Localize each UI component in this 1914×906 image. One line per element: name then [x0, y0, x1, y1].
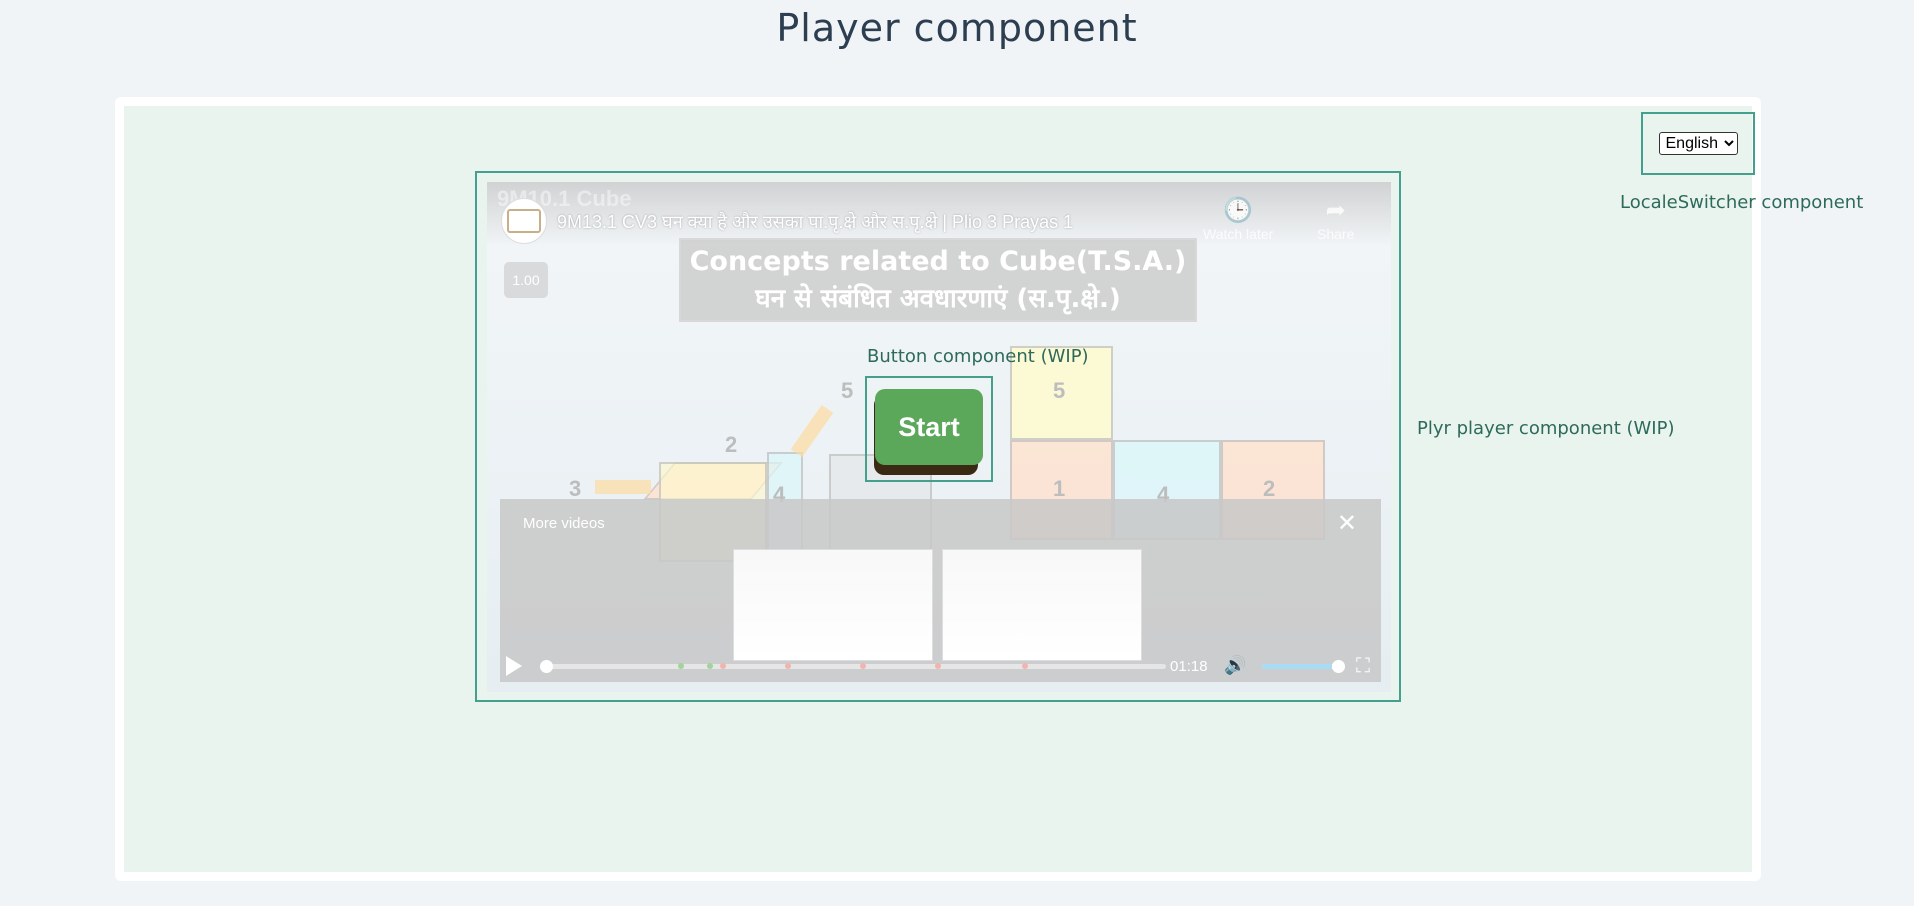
speed-badge[interactable]: 1.00	[504, 262, 548, 298]
progress-marker	[678, 663, 684, 669]
locale-select[interactable]: English	[1658, 132, 1738, 155]
start-button[interactable]: Start	[875, 389, 983, 465]
close-icon[interactable]: ✕	[1337, 509, 1357, 537]
video-thumbnail[interactable]	[733, 549, 933, 661]
arrow-shape	[595, 480, 651, 494]
player-controls: 01:18 🔊 ⛶	[500, 649, 1381, 685]
progress-marker	[860, 663, 866, 669]
volume-knob[interactable]	[1332, 660, 1345, 673]
watch-later-label: Watch later	[1203, 226, 1274, 242]
progress-marker	[707, 663, 713, 669]
player-component-frame: 3 2 4 5 5 1 4 2 9M10.1 Cube 9M13.1 CV3 घ…	[475, 171, 1401, 702]
cube-number: 2	[725, 432, 738, 457]
volume-fill	[1262, 664, 1332, 669]
share-label: Share	[1317, 226, 1355, 242]
button-component-frame: Start	[865, 376, 993, 482]
progress-marker	[1022, 663, 1028, 669]
slide-title-line2: घन से संबंधित अवधारणाएं (स.पृ.क्षे.)	[755, 284, 1121, 314]
slide-title: Concepts related to Cube(T.S.A.) घन से स…	[679, 238, 1197, 322]
locale-switcher-label: LocaleSwitcher component	[1620, 192, 1864, 213]
button-component-label: Button component (WIP)	[867, 346, 1089, 367]
watch-later-button[interactable]: 🕒 Watch later	[1203, 196, 1273, 242]
video-title[interactable]: 9M13.1 CV3 घन क्या है और उसका पा.पृ.क्षे…	[557, 210, 1073, 234]
progress-bar[interactable]	[544, 664, 1166, 669]
locale-switcher-frame: English	[1641, 112, 1755, 175]
page-title: Player component	[776, 6, 1138, 50]
share-icon: ➦	[1325, 197, 1346, 224]
volume-slider[interactable]	[1262, 664, 1338, 669]
progress-knob[interactable]	[540, 660, 553, 673]
channel-avatar[interactable]	[501, 198, 547, 244]
progress-marker	[720, 663, 726, 669]
video-thumbnail[interactable]	[942, 549, 1142, 661]
clock-icon: 🕒	[1223, 197, 1254, 224]
cube-number: 5	[841, 378, 854, 403]
player-component-label: Plyr player component (WIP)	[1417, 418, 1675, 439]
slide-title-line1: Concepts related to Cube(T.S.A.)	[689, 246, 1187, 277]
fullscreen-icon[interactable]: ⛶	[1356, 653, 1370, 677]
volume-icon[interactable]: 🔊	[1224, 655, 1246, 676]
progress-marker	[935, 663, 941, 669]
more-videos-label: More videos	[523, 515, 605, 532]
cube-number: 5	[1053, 378, 1066, 403]
play-icon[interactable]	[506, 656, 522, 676]
arrow-shape	[790, 404, 834, 458]
time-display: 01:18	[1170, 658, 1208, 675]
share-button[interactable]: ➦ Share	[1317, 196, 1354, 242]
progress-marker	[785, 663, 791, 669]
